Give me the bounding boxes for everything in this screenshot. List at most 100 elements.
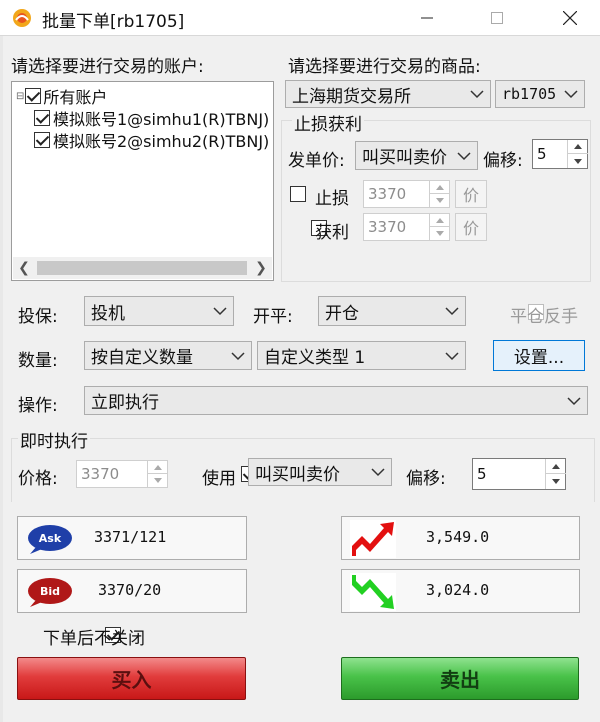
collapse-icon[interactable]: ⊟ bbox=[16, 91, 24, 102]
qty-mode-value: 按自定义数量 bbox=[91, 348, 193, 368]
minimize-button[interactable] bbox=[402, 0, 452, 36]
horizontal-scrollbar[interactable]: ❮ ❯ bbox=[13, 257, 272, 279]
action-label: 操作: bbox=[18, 396, 58, 416]
root-checkbox[interactable] bbox=[25, 88, 42, 104]
app-icon bbox=[13, 9, 31, 27]
reverse-label: 平仓反手 bbox=[510, 307, 578, 327]
product-label: 请选择要进行交易的商品: bbox=[288, 57, 481, 77]
hedge-select[interactable]: 投机 bbox=[84, 296, 234, 326]
chevron-down-icon bbox=[445, 351, 459, 360]
high-value: 3,549.0 bbox=[426, 528, 490, 546]
ask-badge-icon: Ask bbox=[28, 525, 72, 554]
stop-price-stepper: 3370 bbox=[363, 180, 450, 208]
sell-button[interactable]: 卖出 bbox=[341, 657, 579, 700]
chevron-down-icon bbox=[371, 468, 385, 477]
settings-button[interactable]: 设置... bbox=[493, 340, 585, 371]
hedge-value: 投机 bbox=[91, 303, 125, 324]
action-value: 立即执行 bbox=[91, 393, 159, 413]
imm-price-value: 3370 bbox=[81, 465, 120, 483]
svg-text:Ask: Ask bbox=[39, 532, 62, 545]
sell-button-label: 卖出 bbox=[440, 668, 480, 692]
maximize-icon bbox=[491, 12, 503, 24]
contract-value: rb1705 bbox=[502, 85, 557, 103]
buy-button[interactable]: 买入 bbox=[17, 657, 246, 700]
chevron-down-icon bbox=[567, 396, 581, 405]
stop-price-value: 3370 bbox=[368, 185, 407, 203]
account1-label: 模拟账号1@simhu1(R)TBNJ) bbox=[53, 110, 270, 129]
tree-root-label: 所有账户 bbox=[43, 88, 108, 107]
use-label: 使用 bbox=[202, 469, 236, 489]
contract-select[interactable]: rb1705 bbox=[495, 80, 585, 108]
tree-item[interactable]: 模拟账号1@simhu1(R)TBNJ) bbox=[34, 106, 269, 130]
account1-checkbox[interactable] bbox=[34, 110, 50, 126]
ask-value: 3371/121 bbox=[94, 528, 167, 546]
tree-root[interactable]: ⊟ 所有账户 bbox=[16, 84, 107, 108]
hedge-label: 投保: bbox=[18, 307, 58, 327]
order-price-label: 发单价: bbox=[288, 151, 345, 171]
increment-icon[interactable] bbox=[546, 459, 566, 474]
openclose-select[interactable]: 开仓 bbox=[318, 296, 466, 326]
qty-type-select[interactable]: 自定义类型 1 bbox=[257, 341, 466, 370]
scroll-left-icon[interactable]: ❮ bbox=[13, 257, 35, 279]
accounts-label: 请选择要进行交易的账户: bbox=[11, 57, 204, 77]
exchange-value: 上海期货交易所 bbox=[292, 86, 411, 107]
order-price-select[interactable]: 叫买叫卖价 bbox=[355, 141, 478, 170]
minimize-icon bbox=[421, 17, 433, 19]
profit-label: 获利 bbox=[315, 223, 349, 243]
imm-price-type-value: 叫买叫卖价 bbox=[255, 464, 340, 485]
profit-price-value: 3370 bbox=[368, 218, 407, 236]
increment-icon[interactable] bbox=[568, 140, 588, 154]
order-price-value: 叫买叫卖价 bbox=[362, 148, 447, 168]
chevron-down-icon bbox=[470, 90, 484, 99]
action-select[interactable]: 立即执行 bbox=[84, 386, 588, 415]
stoploss-title: 止损获利 bbox=[292, 110, 364, 135]
imm-offset-label: 偏移: bbox=[406, 469, 446, 489]
openclose-label: 开平: bbox=[253, 307, 293, 327]
close-button[interactable] bbox=[545, 0, 595, 36]
title-bar: 批量下单[rb1705] bbox=[0, 0, 600, 36]
decrement-icon[interactable] bbox=[546, 474, 566, 489]
imm-price-label: 价格: bbox=[18, 469, 58, 489]
immediate-title: 即时执行 bbox=[18, 427, 90, 452]
low-value: 3,024.0 bbox=[426, 581, 490, 599]
scroll-right-icon[interactable]: ❯ bbox=[250, 257, 272, 279]
sl-offset-label: 偏移: bbox=[483, 151, 523, 171]
imm-price-stepper: 3370 bbox=[76, 460, 168, 488]
settings-button-label: 设置... bbox=[513, 348, 565, 368]
exchange-select[interactable]: 上海期货交易所 bbox=[285, 80, 491, 108]
stop-price-button-label: 价 bbox=[462, 186, 479, 205]
stop-checkbox[interactable] bbox=[290, 186, 306, 202]
high-quote: 3,549.0 bbox=[341, 516, 580, 560]
account2-label: 模拟账号2@simhu2(R)TBNJ) bbox=[53, 132, 270, 151]
accounts-tree[interactable]: ⊟ 所有账户 模拟账号1@simhu1(R)TBNJ) 模拟账号2@simhu2… bbox=[11, 81, 274, 281]
tree-item[interactable]: 模拟账号2@simhu2(R)TBNJ) bbox=[34, 128, 269, 152]
chevron-down-icon bbox=[445, 307, 459, 316]
maximize-button[interactable] bbox=[472, 0, 522, 36]
profit-price-button-label: 价 bbox=[462, 219, 479, 238]
bid-badge-icon: Bid bbox=[28, 578, 72, 607]
imm-offset-value: 5 bbox=[477, 465, 487, 483]
sl-offset-value: 5 bbox=[537, 145, 547, 163]
account2-checkbox[interactable] bbox=[34, 132, 50, 148]
sl-offset-stepper[interactable]: 5 bbox=[532, 139, 588, 169]
close-icon bbox=[563, 11, 577, 25]
profit-price-stepper: 3370 bbox=[363, 213, 450, 241]
decrement-icon[interactable] bbox=[568, 154, 588, 168]
imm-price-type-select[interactable]: 叫买叫卖价 bbox=[248, 458, 392, 486]
qty-mode-select[interactable]: 按自定义数量 bbox=[84, 341, 252, 370]
stop-price-button: 价 bbox=[455, 180, 487, 208]
scrollbar-thumb[interactable] bbox=[37, 261, 247, 275]
chevron-down-icon bbox=[564, 90, 578, 99]
imm-offset-stepper[interactable]: 5 bbox=[472, 458, 566, 490]
chevron-down-icon bbox=[457, 151, 471, 160]
bid-value: 3370/20 bbox=[98, 581, 162, 599]
stop-label: 止损 bbox=[315, 189, 349, 209]
ask-quote: Ask 3371/121 bbox=[17, 516, 247, 560]
chevron-down-icon bbox=[231, 351, 245, 360]
qty-label: 数量: bbox=[18, 351, 58, 371]
qty-type-value: 自定义类型 1 bbox=[264, 348, 366, 368]
trend-down-icon bbox=[350, 573, 396, 611]
low-quote: 3,024.0 bbox=[341, 569, 580, 613]
bid-quote: Bid 3370/20 bbox=[17, 569, 247, 613]
chevron-down-icon bbox=[213, 307, 227, 316]
